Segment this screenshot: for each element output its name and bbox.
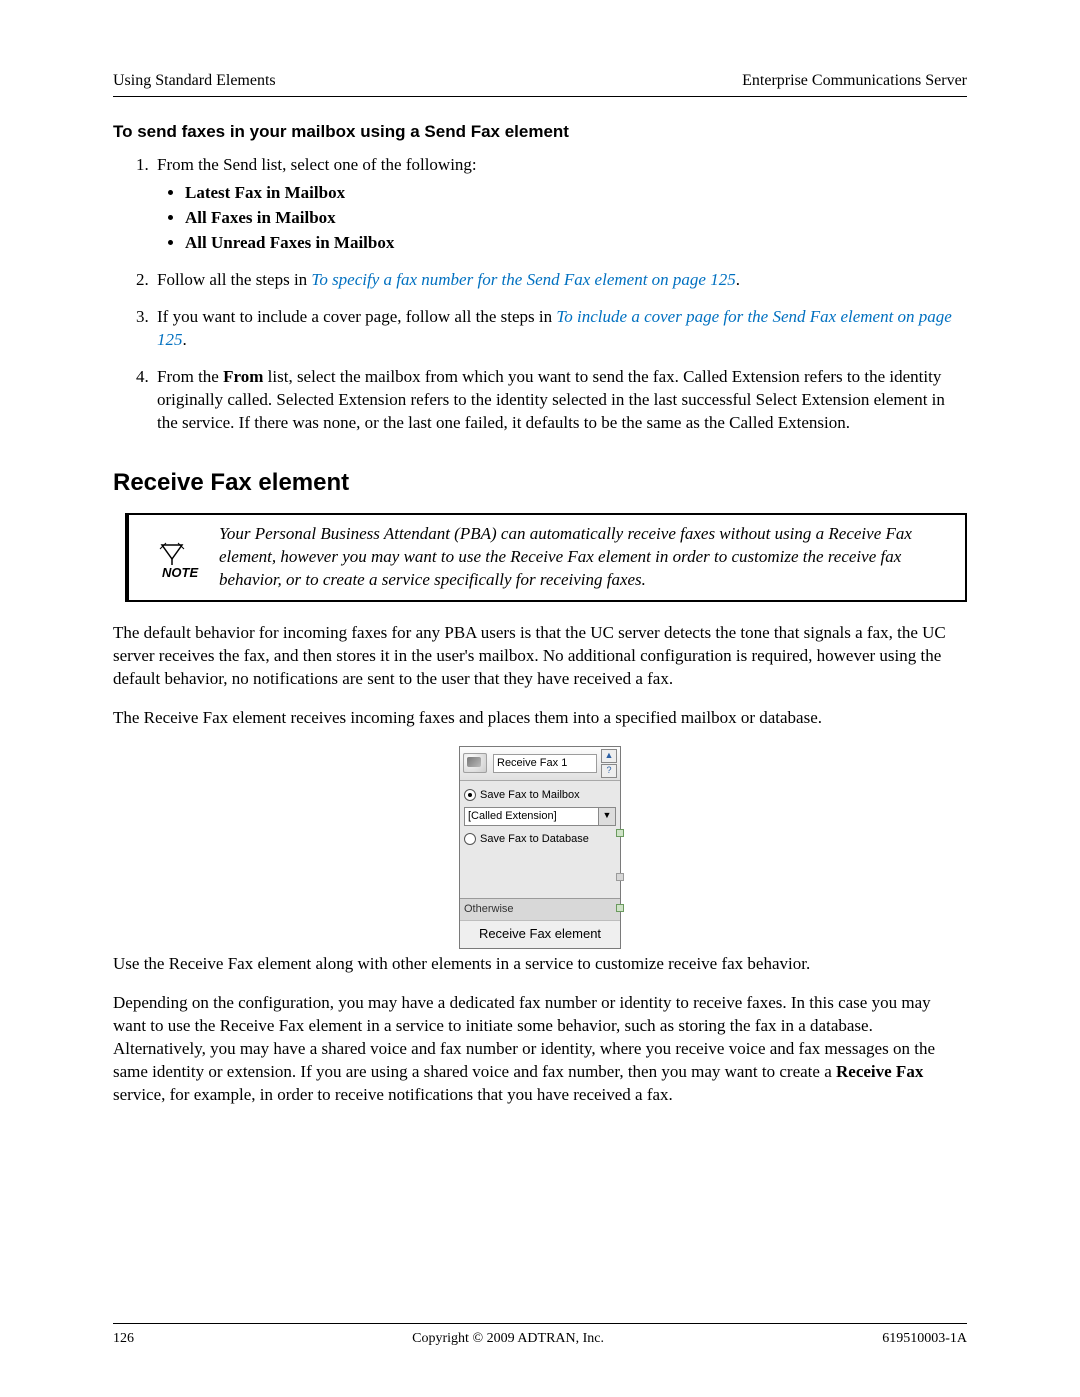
output-handle-1[interactable] [616,829,624,837]
receive-p3: Use the Receive Fax element along with o… [113,953,967,976]
mailbox-combo[interactable]: [Called Extension] ▼ [464,807,616,826]
bullet-2: All Faxes in Mailbox [185,207,967,230]
radio-unselected-icon [464,833,476,845]
p4-bold: Receive Fax [836,1062,923,1081]
note-box: NOTE Your Personal Business Attendant (P… [125,513,967,602]
bullet-list: Latest Fax in Mailbox All Faxes in Mailb… [157,182,967,255]
step3-suffix: . [183,330,187,349]
page: Using Standard Elements Enterprise Commu… [0,0,1080,1397]
output-handle-2[interactable] [616,873,624,881]
radio-database-label: Save Fax to Database [480,832,589,847]
element-titlebar: Receive Fax 1 ▲ ? [460,747,620,781]
radio-save-database[interactable]: Save Fax to Database [464,832,616,847]
radio-mailbox-label: Save Fax to Mailbox [480,788,580,803]
bullet-3: All Unread Faxes in Mailbox [185,232,967,255]
receive-p2: The Receive Fax element receives incomin… [113,707,967,730]
footer-rule [113,1323,967,1324]
step1-text: From the Send list, select one of the fo… [157,155,477,174]
svg-text:NOTE: NOTE [162,565,198,580]
figure-caption: Receive Fax element [460,920,620,949]
step2-suffix: . [736,270,740,289]
otherwise-label: Otherwise [464,903,514,915]
otherwise-row: Otherwise [460,898,620,920]
step4-a: From the [157,367,223,386]
radio-selected-icon [464,789,476,801]
footer-right: 619510003-1A [882,1330,967,1349]
step-4: From the From list, select the mailbox f… [153,366,967,435]
header-right: Enterprise Communications Server [742,70,967,92]
p4-a: Depending on the configuration, you may … [113,993,935,1081]
step3-prefix: If you want to include a cover page, fol… [157,307,556,326]
radio-save-mailbox[interactable]: Save Fax to Mailbox [464,788,616,803]
running-footer: 126 Copyright © 2009 ADTRAN, Inc. 619510… [113,1323,967,1349]
help-button[interactable]: ? [601,764,617,778]
footer-center: Copyright © 2009 ADTRAN, Inc. [412,1330,604,1349]
step-2: Follow all the steps in To specify a fax… [153,269,967,292]
chevron-down-icon: ▼ [598,808,615,825]
receive-fax-heading: Receive Fax element [113,467,967,499]
header-rule [113,96,967,97]
step-1: From the Send list, select one of the fo… [153,154,967,256]
ordered-list: From the Send list, select one of the fo… [113,154,967,435]
section-lead: To send faxes in your mailbox using a Se… [113,121,967,144]
step-3: If you want to include a cover page, fol… [153,306,967,352]
connector-icon[interactable]: ▲ [601,749,617,763]
note-icon: NOTE [139,523,219,581]
footer-page: 126 [113,1330,134,1349]
element-title-input[interactable]: Receive Fax 1 [493,754,597,773]
output-handle-otherwise[interactable] [616,904,624,912]
receive-fax-element-figure: Receive Fax 1 ▲ ? Save Fax to Mailbox [C… [459,746,621,949]
titlebar-buttons: ▲ ? [601,749,617,778]
receive-p1: The default behavior for incoming faxes … [113,622,967,691]
combo-value: [Called Extension] [465,808,598,825]
bullet-1: Latest Fax in Mailbox [185,182,967,205]
step4-b: list, select the mailbox from which you … [157,367,945,432]
xref-specify-fax[interactable]: To specify a fax number for the Send Fax… [311,270,735,289]
header-left: Using Standard Elements [113,70,276,92]
p4-b: service, for example, in order to receiv… [113,1085,673,1104]
pencil-note-icon: NOTE [156,541,202,581]
step2-prefix: Follow all the steps in [157,270,311,289]
fax-icon [463,753,487,773]
running-header: Using Standard Elements Enterprise Commu… [113,70,967,92]
element-body: Save Fax to Mailbox [Called Extension] ▼… [460,781,620,898]
note-text: Your Personal Business Attendant (PBA) c… [219,523,955,592]
receive-p4: Depending on the configuration, you may … [113,992,967,1107]
step4-bold: From [223,367,263,386]
